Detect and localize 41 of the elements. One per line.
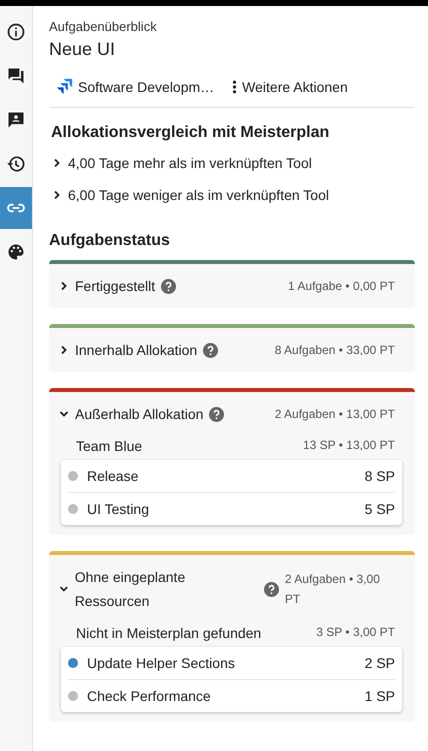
project-link[interactable]: Software Developm…: [56, 78, 214, 95]
info-icon: [6, 22, 26, 42]
team-name: Team Blue: [76, 438, 142, 454]
chevron-icon: [52, 190, 62, 200]
comparison-row[interactable]: 4,00 Tage mehr als im verknüpften Tool: [49, 152, 312, 174]
chevron-icon: [59, 281, 69, 291]
help-icon[interactable]: [161, 278, 176, 294]
more-actions-button[interactable]: Weitere Aktionen: [232, 78, 348, 95]
task-name[interactable]: Release: [87, 468, 138, 484]
team-summary: 3 SP • 3,00 PT: [316, 625, 395, 641]
story-points: 1 SP: [364, 688, 395, 704]
team-summary: 13 SP • 13,00 PT: [302, 438, 395, 454]
section-heading: Aufgabenstatus: [49, 232, 171, 250]
contact-icon: [6, 110, 26, 130]
chevron-icon: [59, 409, 69, 419]
story-points: 8 SP: [364, 468, 395, 484]
help-icon[interactable]: [203, 342, 218, 358]
status-header[interactable]: Innerhalb Allokation 8 Aufgaben • 33,00 PT: [49, 328, 415, 362]
chevron-icon: [59, 345, 69, 355]
status-header[interactable]: Außerhalb Allokation 2 Aufgaben • 13,00 PT: [49, 392, 415, 426]
status-header[interactable]: Fertiggestellt 1 Aufgabe • 0,00 PT: [49, 264, 415, 298]
logo-icon: [56, 78, 73, 95]
chat-icon: [6, 66, 26, 86]
more-icon: [232, 78, 238, 94]
comparison-row[interactable]: 6,00 Tage weniger als im verknüpften Tool: [49, 184, 329, 206]
section-heading: Allokationsvergleich mit Meisterplan: [51, 124, 330, 142]
page-subtitle: Aufgabenüberblick: [49, 19, 158, 34]
status-header[interactable]: Ohne eingeplante Ressourcen 2 Aufgaben • 3,00 PT: [49, 555, 415, 613]
chevron-icon: [58, 584, 69, 594]
task-name[interactable]: Check Performance: [87, 688, 211, 704]
story-points: 5 SP: [364, 501, 395, 517]
team-name: Nicht in Meisterplan gefunden: [76, 625, 262, 641]
help-icon[interactable]: [264, 582, 279, 596]
task-name[interactable]: Update Helper Sections: [87, 655, 235, 671]
story-points: 2 SP: [364, 655, 395, 671]
chevron-icon: [52, 158, 62, 168]
page-title: Neue UI: [49, 39, 116, 60]
palette-icon: [6, 242, 26, 262]
help-icon[interactable]: [209, 406, 224, 422]
history-icon: [6, 154, 26, 174]
task-name[interactable]: UI Testing: [87, 501, 149, 517]
